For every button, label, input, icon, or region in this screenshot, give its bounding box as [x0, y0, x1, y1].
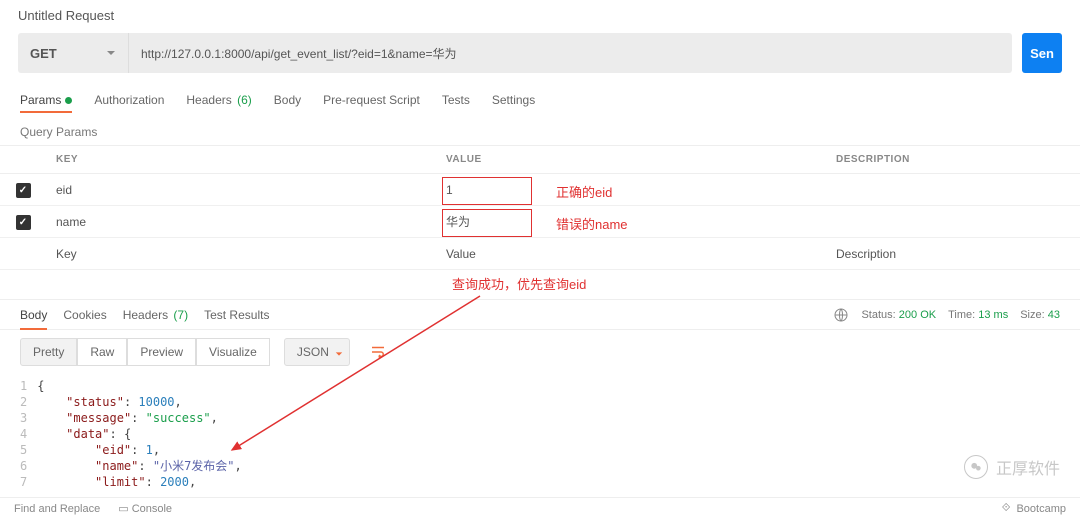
send-button[interactable]: Sen: [1022, 33, 1062, 73]
resp-tab-tests[interactable]: Test Results: [204, 308, 269, 322]
format-select[interactable]: JSON: [284, 338, 350, 366]
url-input[interactable]: http://127.0.0.1:8000/api/get_event_list…: [128, 33, 1012, 73]
find-replace-button[interactable]: Find and Replace: [14, 503, 100, 515]
tab-headers[interactable]: Headers (6): [186, 93, 251, 107]
tab-prerequest[interactable]: Pre-request Script: [323, 93, 420, 107]
tab-tests[interactable]: Tests: [442, 93, 470, 107]
resp-tab-cookies[interactable]: Cookies: [63, 308, 106, 322]
request-title: Untitled Request: [0, 0, 1080, 33]
line-gutter: 1234567: [20, 378, 37, 490]
console-button[interactable]: ▭ Console: [118, 502, 172, 515]
value-placeholder[interactable]: Value: [436, 238, 826, 270]
response-tabs: Body Cookies Headers (7) Test Results St…: [0, 299, 1080, 329]
globe-icon[interactable]: [833, 307, 849, 323]
param-value[interactable]: 华为 错误的name: [436, 206, 826, 238]
annotation-center: 查询成功，优先查询eid: [0, 270, 1080, 299]
bootcamp-button[interactable]: ⟐ Bootcamp: [1002, 502, 1066, 515]
table-row[interactable]: eid 1 正确的eid: [0, 174, 1080, 206]
view-preview[interactable]: Preview: [127, 338, 196, 366]
query-params-label: Query Params: [0, 115, 1080, 145]
annotation-box: [442, 177, 532, 205]
col-desc: DESCRIPTION: [826, 146, 1080, 174]
size-label: Size: 43: [1020, 309, 1060, 321]
method-label: GET: [30, 46, 57, 61]
params-table: KEY VALUE DESCRIPTION eid 1 正确的eid name …: [0, 145, 1080, 270]
time-label: Time: 13 ms: [948, 309, 1008, 321]
view-pretty[interactable]: Pretty: [20, 338, 77, 366]
col-value: VALUE: [436, 146, 826, 174]
annotation-text: 正确的eid: [556, 182, 612, 201]
row-checkbox[interactable]: [16, 183, 31, 198]
tab-authorization[interactable]: Authorization: [94, 93, 164, 107]
tab-params[interactable]: Params: [20, 93, 72, 107]
chevron-down-icon: [335, 350, 343, 358]
view-raw[interactable]: Raw: [77, 338, 127, 366]
resp-tab-body[interactable]: Body: [20, 308, 47, 322]
annotation-box: [442, 209, 532, 237]
request-tabs: Params Authorization Headers (6) Body Pr…: [0, 85, 1080, 115]
chevron-down-icon: [106, 48, 116, 58]
params-active-dot: [65, 97, 72, 104]
watermark: 正厚软件: [964, 455, 1060, 479]
tab-body[interactable]: Body: [274, 93, 301, 107]
status-label: Status: 200 OK: [861, 309, 936, 321]
param-key[interactable]: name: [46, 206, 436, 238]
method-select[interactable]: GET: [18, 33, 128, 73]
param-value[interactable]: 1 正确的eid: [436, 174, 826, 206]
wrap-lines-button[interactable]: [364, 338, 392, 366]
view-visualize[interactable]: Visualize: [196, 338, 270, 366]
tab-settings[interactable]: Settings: [492, 93, 535, 107]
param-key[interactable]: eid: [46, 174, 436, 206]
key-placeholder[interactable]: Key: [46, 238, 436, 270]
footer-bar: Find and Replace ▭ Console ⟐ Bootcamp: [0, 497, 1080, 519]
col-key: KEY: [46, 146, 436, 174]
table-row-empty[interactable]: Key Value Description: [0, 238, 1080, 270]
desc-placeholder[interactable]: Description: [826, 238, 1080, 270]
row-checkbox[interactable]: [16, 215, 31, 230]
view-mode-group: Pretty Raw Preview Visualize: [20, 338, 270, 366]
wechat-icon: [964, 455, 988, 479]
resp-tab-headers[interactable]: Headers (7): [123, 308, 188, 322]
annotation-text: 错误的name: [556, 214, 628, 233]
table-row[interactable]: name 华为 错误的name: [0, 206, 1080, 238]
response-body[interactable]: 1234567 { "status": 10000, "message": "s…: [0, 374, 1080, 490]
